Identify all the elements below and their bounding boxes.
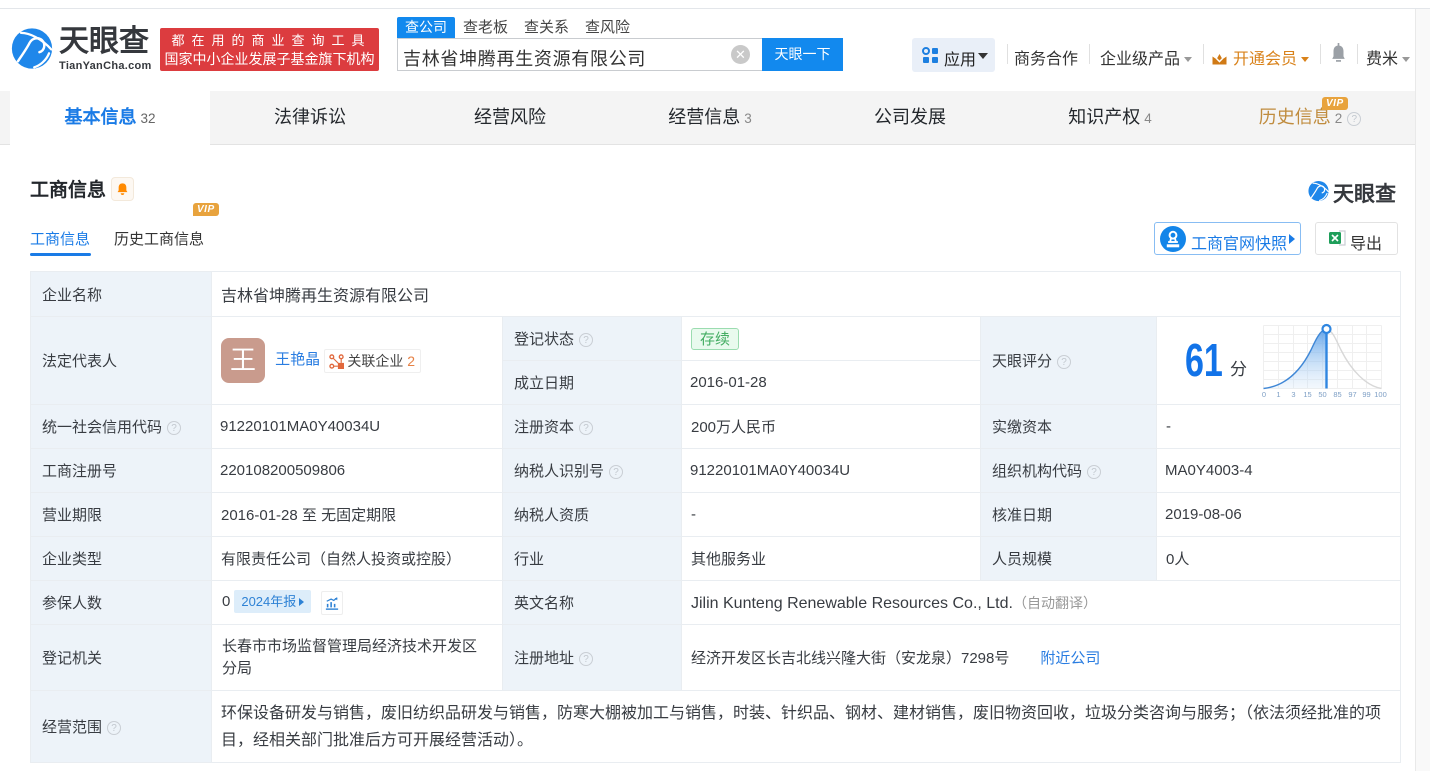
- svg-text:3: 3: [1291, 390, 1295, 399]
- svg-text:100: 100: [1374, 390, 1387, 399]
- svg-text:50: 50: [1318, 390, 1326, 399]
- svg-text:85: 85: [1333, 390, 1341, 399]
- svg-text:1: 1: [1276, 390, 1280, 399]
- svg-text:15: 15: [1303, 390, 1311, 399]
- svg-text:99: 99: [1362, 390, 1370, 399]
- svg-text:0: 0: [1262, 390, 1266, 399]
- svg-text:97: 97: [1348, 390, 1356, 399]
